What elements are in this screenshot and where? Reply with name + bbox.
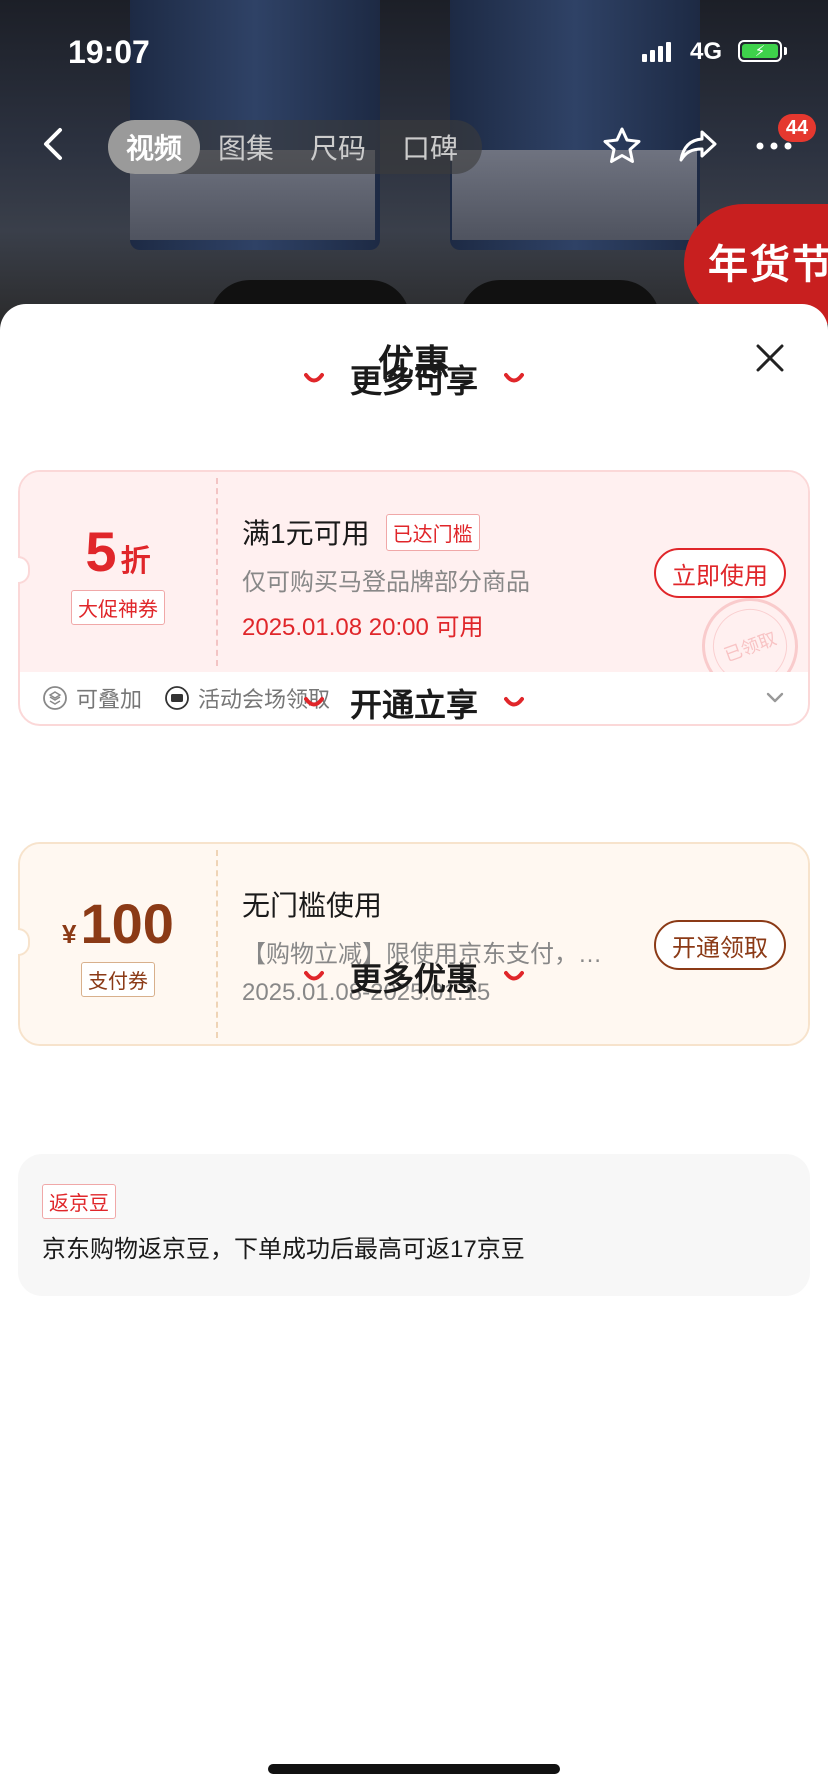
coupon-value-area: ¥ 100 支付券 (20, 844, 216, 1044)
section-heading-text: 更多可享 (349, 363, 478, 399)
section-heading-text: 开通立享 (349, 687, 478, 723)
decor-curve-icon (303, 697, 324, 707)
notification-badge: 44 (778, 114, 816, 142)
tab-gallery[interactable]: 图集 (200, 120, 292, 174)
status-bar: 19:07 4G ⚡ (0, 0, 828, 100)
network-type: 4G (690, 38, 723, 65)
coupon-card-payment: ¥ 100 支付券 无门槛使用 【购物立减】限使用京东支付，… 2025.01.… (18, 842, 810, 1046)
status-time: 19:07 (68, 34, 150, 70)
decor-curve-icon (303, 373, 324, 383)
decor-curve-icon (504, 697, 524, 707)
tab-size[interactable]: 尺码 (292, 120, 384, 174)
bean-tag: 返京豆 (42, 1184, 116, 1219)
threshold-tag: 已达门槛 (385, 513, 480, 551)
cellular-signal-icon (642, 42, 671, 62)
section-heading-text: 更多优惠 (349, 961, 478, 997)
coupon-body: ¥ 100 支付券 无门槛使用 【购物立减】限使用京东支付，… 2025.01.… (20, 844, 808, 1044)
currency-symbol: ¥ (62, 919, 77, 949)
battery-charging-icon: ⚡ (742, 44, 778, 59)
coupon-condition: 满1元可用 (242, 518, 370, 549)
discount-value: 5 折 (85, 519, 150, 584)
coupon-type-tag: 大促神券 (71, 590, 165, 625)
media-tabs: 视频 图集 尺码 口碑 (108, 120, 482, 174)
product-nav-bar: 视频 图集 尺码 口碑 (0, 110, 828, 180)
decor-curve-icon (303, 971, 324, 981)
home-indicator[interactable] (268, 1764, 560, 1774)
back-icon[interactable] (36, 124, 72, 164)
coupon-divider (216, 850, 218, 1038)
coupon-condition: 无门槛使用 (242, 890, 383, 921)
battery-tip (784, 47, 787, 55)
tab-reviews[interactable]: 口碑 (384, 120, 476, 174)
decor-curve-icon (504, 971, 524, 981)
payment-value: ¥ 100 (62, 891, 174, 956)
section-heading-more-available: 更多可享 (0, 356, 828, 402)
jd-bean-card: 返京豆 京东购物返京豆，下单成功后最高可返17京豆 (18, 1154, 810, 1296)
battery-icon: ⚡ (738, 40, 782, 62)
use-now-button[interactable]: 立即使用 (654, 548, 786, 598)
coupon-divider (216, 478, 218, 666)
coupon-value-area: 5 折 大促神券 (20, 472, 216, 672)
coupon-description: 仅可购买马登品牌部分商品 (242, 569, 530, 596)
discount-number: 5 (85, 520, 117, 583)
payment-amount: 100 (80, 892, 174, 955)
share-icon[interactable] (676, 124, 720, 168)
discount-unit: 折 (120, 545, 151, 578)
star-icon[interactable] (600, 124, 644, 168)
discount-sheet: 优惠 更多可享 5 折 大促神券 满1元可用 已达门槛 仅可购买马登品牌部分商品… (0, 304, 828, 1792)
coupon-body: 5 折 大促神券 满1元可用 已达门槛 仅可购买马登品牌部分商品 2025.01… (20, 472, 808, 672)
decor-curve-icon (504, 373, 524, 383)
tab-video[interactable]: 视频 (108, 120, 201, 174)
bean-description: 京东购物返京豆，下单成功后最高可返17京豆 (42, 1236, 525, 1263)
section-heading-activate: 开通立享 (0, 680, 828, 726)
section-heading-more-offers: 更多优惠 (0, 954, 828, 1000)
